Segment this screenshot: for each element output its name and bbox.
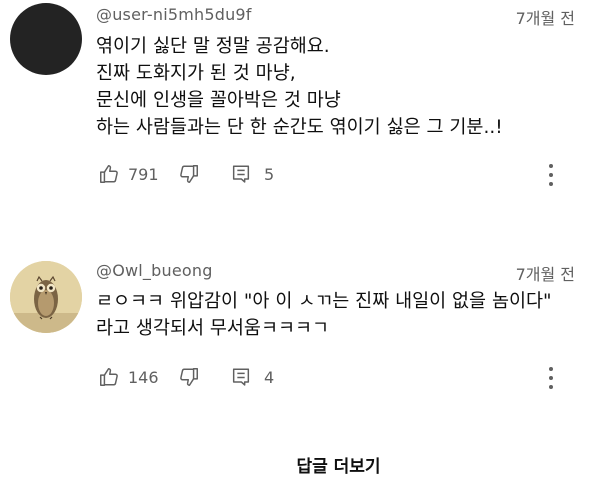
vertical-dots-icon: [549, 367, 553, 371]
dislike-button[interactable]: [176, 364, 202, 390]
avatar[interactable]: [10, 261, 82, 333]
comment-author[interactable]: @Owl_bueong: [96, 261, 213, 280]
vertical-dots-icon: [549, 164, 553, 168]
reply-count: 5: [264, 164, 275, 184]
comment-item: @Owl_bueong 7개월 전 ㄹㅇㅋㅋ 위압감이 "아 이 ㅅㄲ는 진짜 …: [0, 252, 601, 412]
comments-section: @user-ni5mh5du9f 7개월 전 엮이기 싫단 말 정말 공감해요.…: [0, 0, 601, 484]
comment-text: 엮이기 싫단 말 정말 공감해요. 진짜 도화지가 된 것 마냥, 문신에 인생…: [96, 33, 581, 141]
like-count: 791: [128, 164, 159, 184]
more-options-button[interactable]: [539, 363, 563, 393]
comment-actions: 146 4: [96, 363, 274, 391]
thumbs-down-icon: [180, 165, 198, 183]
like-button[interactable]: [96, 364, 122, 390]
reply-comment-icon: [232, 368, 250, 386]
reply-count: 4: [264, 367, 275, 387]
avatar[interactable]: [10, 3, 82, 75]
comment-line: 엮이기 싫단 말 정말 공감해요.: [96, 36, 330, 57]
comment-line: 진짜 도화지가 된 것 마냥,: [96, 63, 296, 84]
comment-line: 하는 사람들과는 단 한 순간도 엮이기 싫은 그 기분..!: [96, 117, 503, 138]
comment-author[interactable]: @user-ni5mh5du9f: [96, 5, 252, 24]
comment-time[interactable]: 7개월 전: [516, 261, 575, 285]
more-options-button[interactable]: [539, 160, 563, 190]
comment-text: ㄹㅇㅋㅋ 위압감이 "아 이 ㅅㄲ는 진짜 내일이 없을 놈이다" 라고 생각되…: [96, 288, 581, 342]
reply-button[interactable]: [228, 364, 254, 390]
comment-actions: 791 5: [96, 160, 274, 188]
reply-button[interactable]: [228, 161, 254, 187]
thumbs-up-icon: [100, 368, 118, 386]
comment-line: 라고 생각되서 무서움ㅋㅋㅋㄱ: [96, 318, 330, 339]
like-count: 146: [128, 367, 159, 387]
reply-comment-icon: [232, 165, 250, 183]
thumbs-down-icon: [180, 368, 198, 386]
comment-time[interactable]: 7개월 전: [516, 5, 575, 29]
comment-line: ㄹㅇㅋㅋ 위압감이 "아 이 ㅅㄲ는 진짜 내일이 없을 놈이다": [96, 291, 552, 312]
comment-item: @user-ni5mh5du9f 7개월 전 엮이기 싫단 말 정말 공감해요.…: [0, 0, 601, 215]
thumbs-up-icon: [100, 165, 118, 183]
comment-line: 문신에 인생을 꼴아박은 것 마냥: [96, 90, 341, 111]
dislike-button[interactable]: [176, 161, 202, 187]
like-button[interactable]: [96, 161, 122, 187]
more-replies-label[interactable]: 답글 더보기: [296, 457, 380, 477]
owl-painting-avatar-icon: [10, 261, 82, 333]
more-replies-button[interactable]: 답글 더보기: [0, 452, 601, 477]
